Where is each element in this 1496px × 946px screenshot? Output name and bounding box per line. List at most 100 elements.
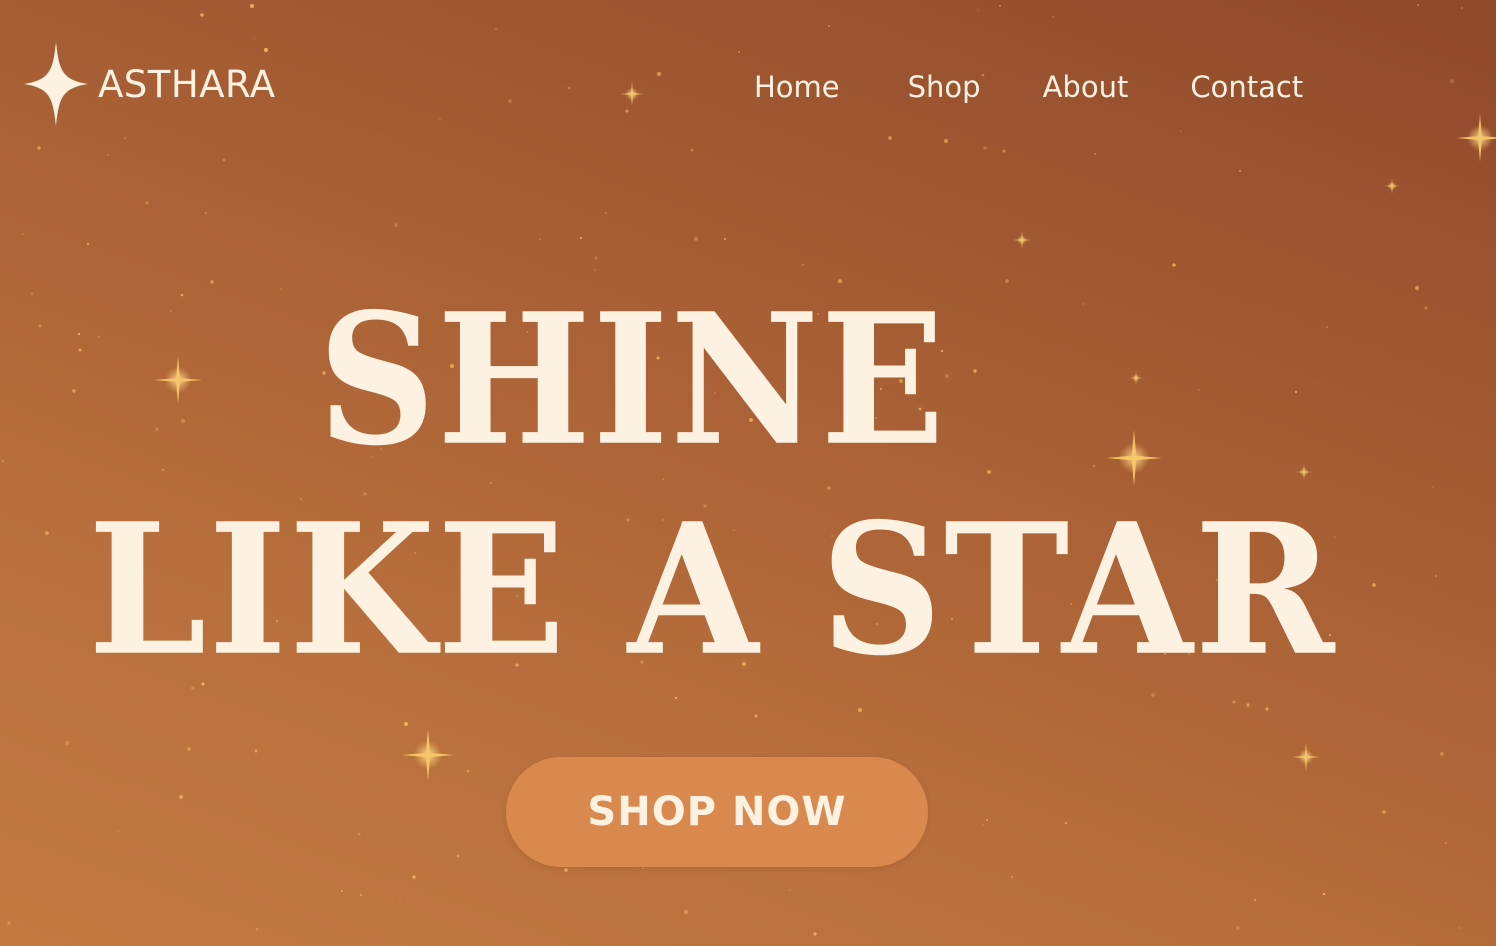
sparkle-dot bbox=[255, 927, 259, 931]
sparkle-dot bbox=[1082, 303, 1084, 305]
sparkle-dot bbox=[1232, 700, 1236, 704]
sparkle-icon bbox=[1129, 371, 1143, 385]
sparkle-dot bbox=[1424, 306, 1428, 310]
sparkle-dot bbox=[694, 237, 698, 241]
sparkle-dot bbox=[210, 280, 214, 284]
sparkle-dot bbox=[982, 824, 984, 826]
sparkle-dot bbox=[254, 749, 258, 753]
sparkle-dot bbox=[986, 469, 992, 475]
sparkle-dot bbox=[683, 909, 689, 915]
sparkle-dot bbox=[186, 746, 192, 752]
sparkle-dot bbox=[564, 868, 568, 872]
nav-item-contact[interactable]: Contact bbox=[1190, 70, 1303, 104]
sparkle-dot bbox=[399, 901, 401, 903]
sparkle-dot bbox=[64, 740, 70, 746]
sparkle-icon bbox=[1013, 231, 1031, 249]
sparkle-dot bbox=[986, 819, 988, 821]
sparkle-dot bbox=[1432, 486, 1434, 488]
sparkle-dot bbox=[30, 292, 34, 296]
site-header: ASTHARA Home Shop About Contact bbox=[0, 0, 1496, 170]
sparkle-dot bbox=[1457, 926, 1461, 930]
sparkle-dot bbox=[1439, 751, 1445, 757]
sparkle-dot bbox=[280, 288, 282, 290]
nav-item-home[interactable]: Home bbox=[754, 70, 840, 104]
main-nav: Home Shop About Contact bbox=[740, 64, 1303, 110]
sparkle-dot bbox=[78, 348, 82, 352]
sparkle-dot bbox=[1093, 465, 1095, 467]
sparkle-dot bbox=[180, 418, 186, 424]
sparkle-dot bbox=[1011, 876, 1013, 878]
hero-headline-line-2: LIKE A STAR bbox=[88, 484, 1337, 696]
sparkle-dot bbox=[1294, 390, 1298, 394]
sparkle-dot bbox=[117, 830, 119, 832]
sparkle-dot bbox=[412, 875, 416, 879]
sparkle-dot bbox=[1198, 389, 1200, 391]
sparkle-dot bbox=[360, 894, 362, 896]
sparkle-dot bbox=[1322, 892, 1326, 896]
sparkle-dot bbox=[98, 336, 100, 338]
sparkle-dot bbox=[77, 332, 81, 336]
sparkle-dot bbox=[7, 921, 11, 925]
sparkle-dot bbox=[1445, 842, 1447, 844]
sparkle-dot bbox=[1, 459, 5, 463]
sparkle-dot bbox=[161, 468, 165, 472]
sparkle-icon bbox=[1296, 464, 1312, 480]
sparkle-dot bbox=[340, 889, 344, 893]
sparkle-dot bbox=[1236, 926, 1240, 930]
sparkle-dot bbox=[1238, 169, 1242, 173]
sparkle-dot bbox=[145, 201, 149, 205]
landing-page: ASTHARA Home Shop About Contact SHINE LI… bbox=[0, 0, 1496, 946]
sparkle-dot bbox=[813, 932, 817, 936]
sparkle-dot bbox=[594, 256, 598, 260]
sparkle-dot bbox=[604, 211, 608, 215]
sparkle-dot bbox=[723, 237, 727, 241]
sparkle-dot bbox=[86, 242, 90, 246]
sparkle-dot bbox=[357, 832, 361, 836]
brand-logo-link[interactable]: ASTHARA bbox=[22, 40, 276, 128]
sparkle-dot bbox=[857, 707, 863, 713]
sparkle-icon bbox=[1384, 178, 1400, 194]
sparkle-dot bbox=[179, 795, 183, 799]
sparkle-dot bbox=[22, 233, 24, 235]
sparkle-dot bbox=[204, 211, 208, 215]
sparkle-dot bbox=[45, 531, 49, 535]
sparkle-dot bbox=[170, 310, 172, 312]
sparkle-dot bbox=[579, 236, 583, 240]
sparkle-dot bbox=[1414, 285, 1420, 291]
sparkle-dot bbox=[973, 369, 977, 373]
nav-item-shop[interactable]: Shop bbox=[908, 70, 981, 104]
sparkle-dot bbox=[155, 427, 159, 431]
sparkle-dot bbox=[1253, 898, 1257, 902]
sparkle-dot bbox=[38, 324, 42, 328]
sparkle-dot bbox=[466, 769, 470, 773]
sparkle-dot bbox=[754, 714, 758, 718]
sparkle-dot bbox=[539, 238, 541, 240]
sparkle-dot bbox=[456, 854, 460, 858]
sparkle-dot bbox=[1246, 703, 1250, 707]
sparkle-dot bbox=[1265, 707, 1269, 711]
sparkle-dot bbox=[594, 269, 596, 271]
sparkle-dot bbox=[180, 293, 184, 297]
hero-headline-line-1: SHINE bbox=[318, 274, 947, 486]
sparkle-dot bbox=[1382, 810, 1386, 814]
sparkle-dot bbox=[674, 696, 678, 700]
sparkle-dot bbox=[642, 867, 644, 869]
sparkle-dot bbox=[1434, 574, 1438, 578]
brand-name: ASTHARA bbox=[98, 62, 276, 106]
sparkle-icon bbox=[154, 356, 202, 404]
sparkle-dot bbox=[1326, 326, 1328, 328]
sparkle-icon bbox=[402, 729, 454, 781]
sparkle-dot bbox=[789, 889, 791, 891]
sparkle-icon bbox=[1292, 743, 1320, 771]
sparkle-dot bbox=[1372, 583, 1376, 587]
sparkle-dot bbox=[1064, 821, 1068, 825]
sparkle-dot bbox=[801, 263, 805, 267]
sparkle-dot bbox=[394, 223, 398, 227]
sparkle-dot bbox=[404, 722, 408, 726]
sparkle-icon bbox=[1106, 430, 1162, 486]
nav-item-about[interactable]: About bbox=[1043, 70, 1129, 104]
four-point-star-icon bbox=[24, 42, 88, 126]
sparkle-dot bbox=[1172, 263, 1176, 267]
sparkle-dot bbox=[441, 941, 443, 943]
shop-now-button[interactable]: SHOP NOW bbox=[506, 757, 928, 867]
